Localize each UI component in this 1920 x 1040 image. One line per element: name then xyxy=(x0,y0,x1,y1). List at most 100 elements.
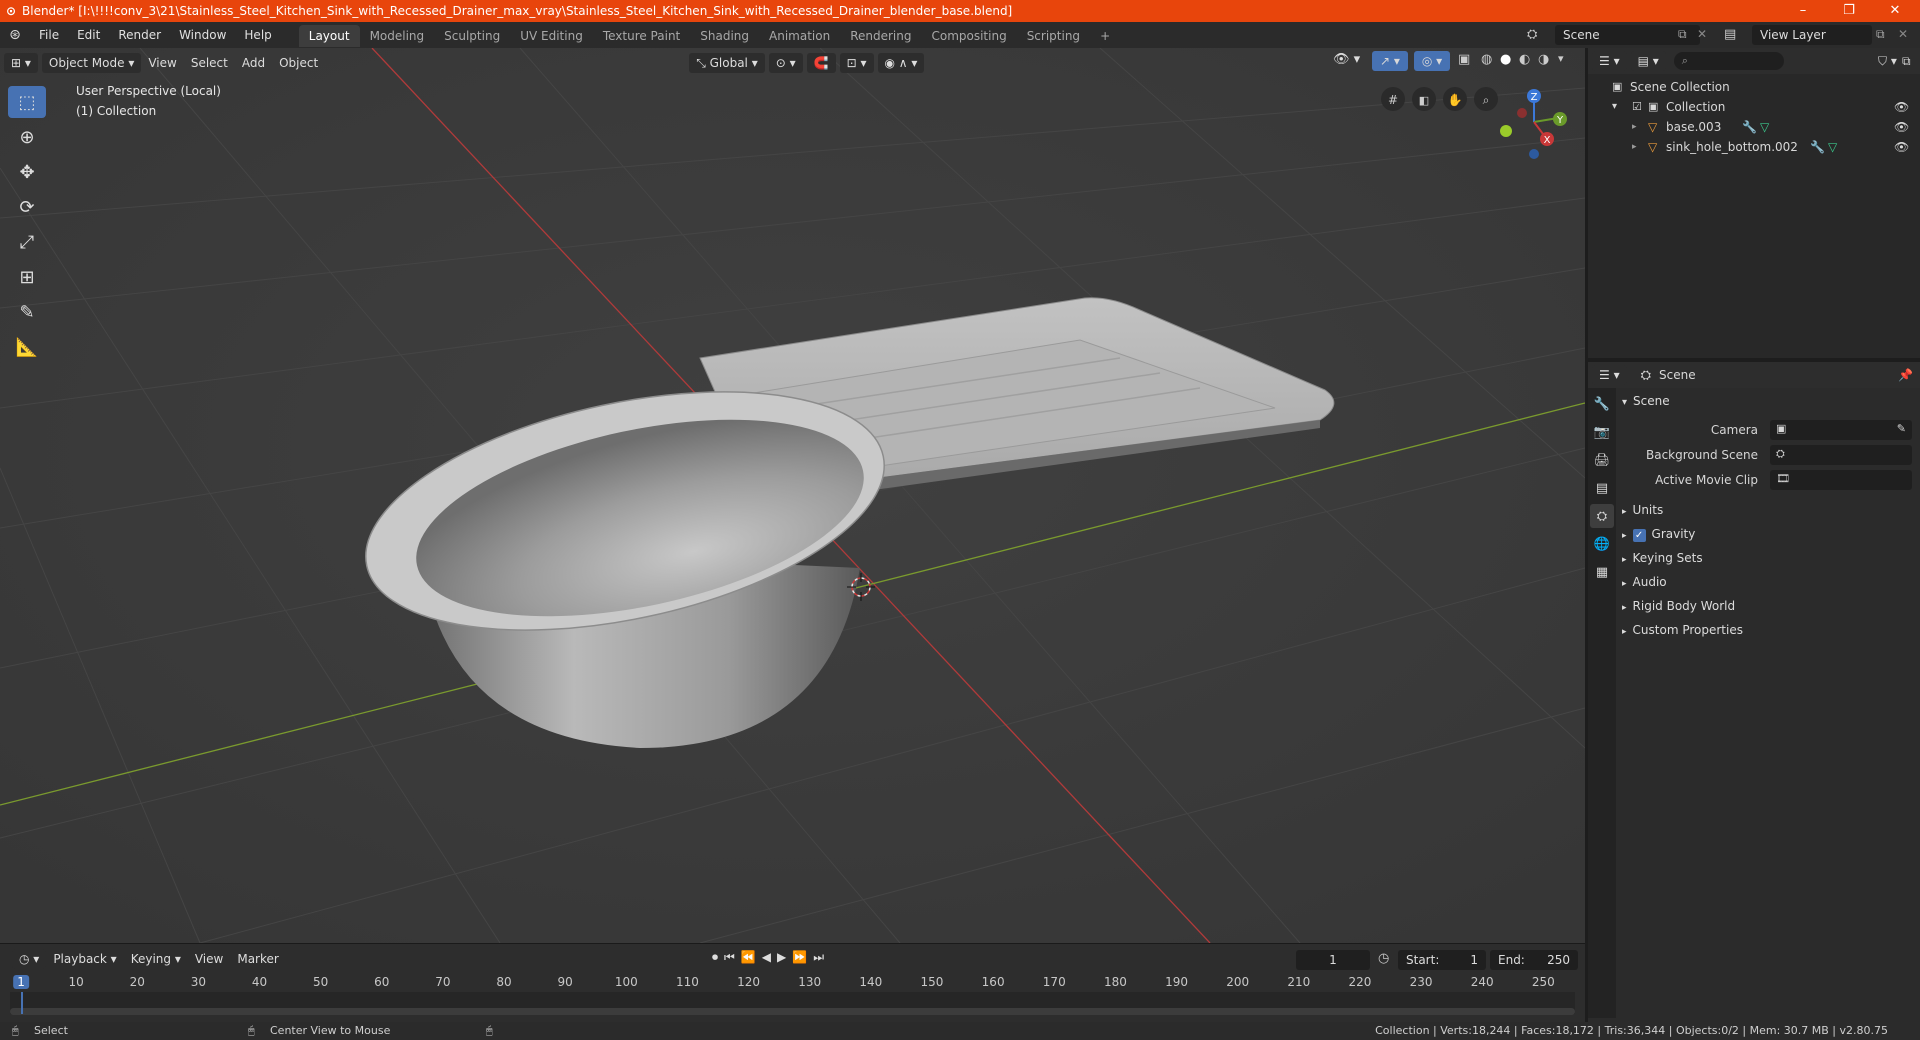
outliner-row-scene-collection[interactable]: ▣ Scene Collection xyxy=(1588,77,1920,97)
custom-properties-panel-header[interactable]: ▸ Custom Properties xyxy=(1622,619,1912,641)
eye-icon[interactable]: 👁 xyxy=(1894,137,1909,157)
wireframe-shading-button[interactable]: ◍ xyxy=(1481,52,1492,67)
gravity-panel-header[interactable]: ▸ ✓ Gravity xyxy=(1622,523,1912,545)
scene-remove-icon[interactable]: ✕ xyxy=(1697,27,1707,41)
tab-rendering[interactable]: Rendering xyxy=(840,25,921,47)
cursor-tool-icon[interactable]: ⊕ xyxy=(8,121,46,153)
menu-edit[interactable]: Edit xyxy=(68,22,109,48)
gizmo-neg-y[interactable] xyxy=(1500,125,1512,137)
snap-toggle[interactable]: 🧲 xyxy=(806,53,836,73)
expand-arrow-icon[interactable]: ▸ xyxy=(1632,137,1637,157)
shading-options-dropdown[interactable]: ▾ xyxy=(1558,52,1564,65)
eye-icon[interactable]: 👁 xyxy=(1894,97,1909,117)
filter-icon[interactable]: ⛉ ▾ xyxy=(1878,54,1897,69)
transform-tool-icon[interactable]: ⊞ xyxy=(8,261,46,293)
solid-shading-button[interactable]: ● xyxy=(1500,52,1511,67)
view-layer-remove-icon[interactable]: ✕ xyxy=(1898,27,1908,41)
keying-sets-panel-header[interactable]: ▸ Keying Sets xyxy=(1622,547,1912,569)
gizmo-neg-x[interactable] xyxy=(1517,108,1527,118)
editor-type-button[interactable]: ⊞ ▾ xyxy=(4,53,38,73)
tab-scripting[interactable]: Scripting xyxy=(1017,25,1090,47)
material-shading-button[interactable]: ◐ xyxy=(1519,52,1530,67)
menu-file[interactable]: File xyxy=(30,22,68,48)
tab-sculpting[interactable]: Sculpting xyxy=(434,25,510,47)
blender-menu-icon[interactable]: ⊛ xyxy=(0,27,30,43)
tab-animation[interactable]: Animation xyxy=(759,25,840,47)
properties-editor-type[interactable]: ☰ ▾ xyxy=(1592,365,1627,385)
viewport-menu-object[interactable]: Object xyxy=(272,56,325,70)
outliner[interactable]: ☰ ▾ ▤ ▾ ⌕ ⛉ ▾ ⧉ ▣ Scene Collection ▾ ☑ ▣… xyxy=(1588,48,1920,358)
overlay-toggle[interactable]: ◎ ▾ xyxy=(1414,51,1450,71)
rendered-shading-button[interactable]: ◑ xyxy=(1538,52,1549,67)
eye-icon[interactable]: 👁 xyxy=(1894,117,1909,137)
scene-tab-icon[interactable]: ⛭ xyxy=(1590,504,1614,528)
current-frame-field[interactable]: 1 xyxy=(1296,950,1370,970)
view-layer-copy-icon[interactable]: ⧉ xyxy=(1876,27,1885,42)
viewport-menu-view[interactable]: View xyxy=(141,56,183,70)
timeline-scrollbar[interactable] xyxy=(10,1008,1575,1015)
tab-compositing[interactable]: Compositing xyxy=(921,25,1016,47)
jump-end-icon[interactable]: ⏭ xyxy=(813,950,824,965)
object-mode-dropdown[interactable]: Object Mode ▾ xyxy=(41,53,142,73)
viewport-menu-add[interactable]: Add xyxy=(235,56,272,70)
gravity-checkbox[interactable]: ✓ xyxy=(1632,529,1646,542)
view-layer-selector[interactable]: View Layer xyxy=(1752,25,1872,45)
auto-keying-icon[interactable]: ◷ xyxy=(1378,951,1389,966)
outliner-row-object[interactable]: ▸ ▽ sink_hole_bottom.002 🔧 ▽ 👁 xyxy=(1588,137,1920,157)
next-keyframe-icon[interactable]: ⏩ xyxy=(792,950,807,965)
tool-tab-icon[interactable]: 🔧 xyxy=(1590,392,1614,416)
scale-tool-icon[interactable]: ⤢ xyxy=(8,226,46,258)
outliner-editor-type[interactable]: ☰ ▾ xyxy=(1592,51,1627,71)
eyedropper-icon[interactable]: ✎ xyxy=(1897,422,1906,435)
scene-icon[interactable]: ⛭ xyxy=(1527,27,1537,42)
active-movie-clip-field[interactable]: 🎞 xyxy=(1770,470,1912,490)
outliner-row-object[interactable]: ▸ ▽ base.003 🔧 ▽ 👁 xyxy=(1588,117,1920,137)
collection-checkbox[interactable]: ☑ xyxy=(1632,97,1642,117)
jump-start-icon[interactable]: ⏮ xyxy=(724,950,735,965)
tab-modeling[interactable]: Modeling xyxy=(360,25,435,47)
timeline-menu-playback[interactable]: Playback ▾ xyxy=(46,952,123,966)
visibility-dropdown[interactable]: 👁 ▾ xyxy=(1333,52,1360,67)
start-frame-field[interactable]: Start: 1 xyxy=(1398,950,1486,970)
audio-panel-header[interactable]: ▸ Audio xyxy=(1622,571,1912,593)
timeline-editor-type[interactable]: ◷ ▾ xyxy=(12,949,47,969)
expand-arrow-icon[interactable]: ▸ xyxy=(1632,117,1637,137)
menu-render[interactable]: Render xyxy=(109,22,170,48)
annotate-tool-icon[interactable]: ✎ xyxy=(8,296,46,328)
gizmo-toggle[interactable]: ↗ ▾ xyxy=(1372,51,1408,71)
select-box-tool-icon[interactable]: ⬚ xyxy=(8,86,46,118)
proportional-edit-toggle[interactable]: ◉ ∧ ▾ xyxy=(877,53,925,73)
render-tab-icon[interactable]: 📷 xyxy=(1590,420,1614,444)
pivot-point-dropdown[interactable]: ⊙ ▾ xyxy=(768,53,803,73)
timeline-menu-keying[interactable]: Keying ▾ xyxy=(124,952,188,966)
view-layer-tab-icon[interactable]: ▤ xyxy=(1590,476,1614,500)
navigation-gizmo[interactable]: # ◧ ✋ ⌕ Z Y X xyxy=(1370,82,1580,172)
expand-arrow-icon[interactable]: ▾ xyxy=(1612,97,1617,117)
timeline-ruler[interactable]: 1 10 20 30 40 50 60 70 80 90 100 110 120 130 140 150 160… xyxy=(10,972,1575,992)
timeline-editor[interactable]: ◷ ▾ Playback ▾ Keying ▾ View Marker ⏺ ⏮ … xyxy=(0,943,1585,1022)
menu-window[interactable]: Window xyxy=(170,22,235,48)
rotate-tool-icon[interactable]: ⟳ xyxy=(8,191,46,223)
rigid-body-world-panel-header[interactable]: ▸ Rigid Body World xyxy=(1622,595,1912,617)
timeline-menu-marker[interactable]: Marker xyxy=(230,952,285,966)
prev-keyframe-icon[interactable]: ⏪ xyxy=(741,950,756,965)
scene-copy-icon[interactable]: ⧉ xyxy=(1678,27,1687,42)
tab-texture-paint[interactable]: Texture Paint xyxy=(593,25,690,47)
outliner-row-collection[interactable]: ▾ ☑ ▣ Collection 👁 xyxy=(1588,97,1920,117)
record-button-icon[interactable]: ⏺ xyxy=(712,950,718,965)
camera-field[interactable]: ▣ ✎ xyxy=(1770,420,1912,440)
pin-icon[interactable]: 📌 xyxy=(1898,368,1913,382)
tab-shading[interactable]: Shading xyxy=(690,25,759,47)
world-tab-icon[interactable]: 🌐 xyxy=(1590,532,1614,556)
tab-uv-editing[interactable]: UV Editing xyxy=(510,25,593,47)
new-collection-icon[interactable]: ⧉ xyxy=(1902,54,1911,69)
output-tab-icon[interactable]: 🖨 xyxy=(1590,448,1614,472)
tab-layout[interactable]: Layout xyxy=(298,25,360,47)
move-tool-icon[interactable]: ✥ xyxy=(8,156,46,188)
outliner-search-input[interactable]: ⌕ xyxy=(1673,52,1784,70)
end-frame-field[interactable]: End: 250 xyxy=(1490,950,1578,970)
measure-tool-icon[interactable]: 📐 xyxy=(8,331,46,363)
scene-panel-header[interactable]: ▾ Scene xyxy=(1622,390,1912,412)
view-layer-icon[interactable]: ▤ xyxy=(1724,27,1736,42)
maximize-button[interactable]: ❐ xyxy=(1826,0,1872,22)
